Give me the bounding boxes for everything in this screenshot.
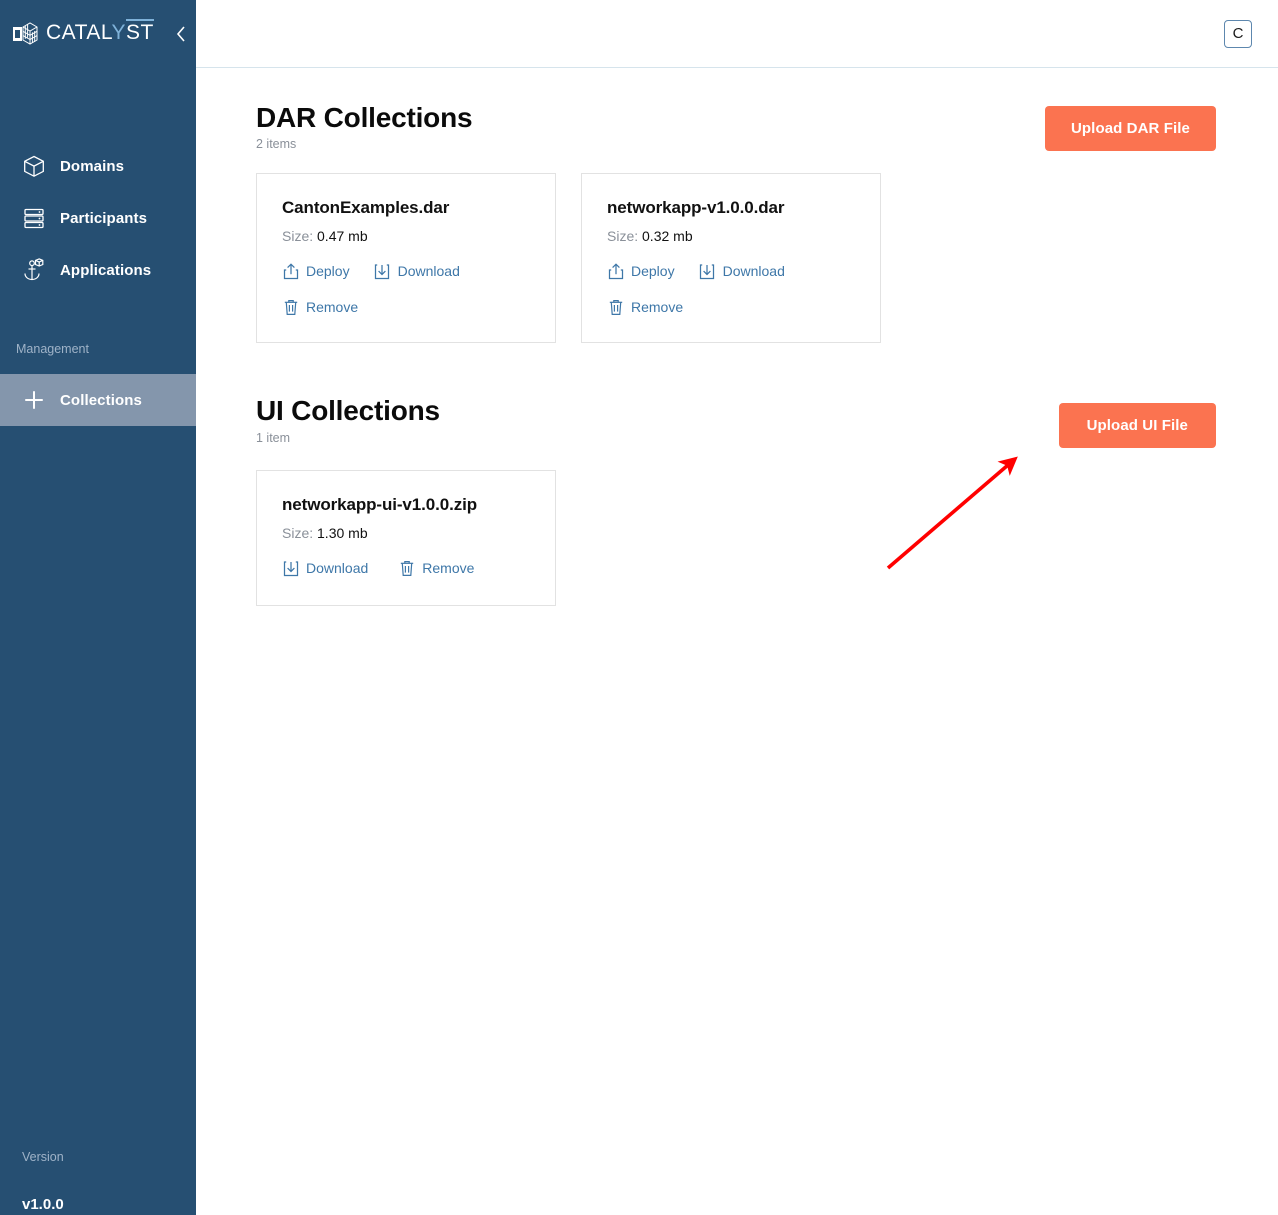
download-button[interactable]: Download: [282, 559, 368, 577]
sidebar: CATALYST Domains: [0, 0, 196, 1215]
sidebar-item-label: Domains: [60, 158, 124, 175]
section-title: UI Collections: [256, 395, 440, 426]
upload-icon: [282, 262, 299, 280]
card-actions-row: Download: [282, 559, 530, 577]
dar-card: networkapp-v1.0.0.dar Size: 0.32 mb: [581, 173, 881, 343]
download-button[interactable]: Download: [699, 262, 785, 280]
ui-card: networkapp-ui-v1.0.0.zip Size: 1.30 mb: [256, 470, 556, 606]
version-value: v1.0.0: [22, 1196, 196, 1215]
server-stack-icon: [22, 206, 46, 230]
brand-name: CATALYST: [46, 21, 154, 45]
main-area: C DAR Collections 2 items Upload DAR Fil…: [196, 0, 1278, 1215]
cube-grid-icon: [12, 22, 38, 46]
card-actions-row: Remove: [282, 298, 530, 316]
size-value: 0.32 mb: [642, 228, 693, 244]
sidebar-item-applications[interactable]: Applications: [0, 244, 196, 296]
content-area: DAR Collections 2 items Upload DAR File …: [196, 68, 1278, 1215]
cube-icon: [22, 154, 46, 178]
sidebar-item-label: Participants: [60, 210, 147, 227]
action-label: Download: [723, 263, 785, 279]
card-title: networkapp-v1.0.0.dar: [607, 198, 855, 218]
chevron-left-icon[interactable]: [170, 20, 192, 48]
card-actions-row: Remove: [607, 298, 855, 316]
card-actions-row: Deploy Download: [607, 262, 855, 280]
upload-icon: [607, 262, 624, 280]
card-size: Size: 0.47 mb: [282, 228, 530, 244]
topbar: C: [196, 0, 1278, 68]
size-label: Size:: [282, 525, 313, 541]
sidebar-item-participants[interactable]: Participants: [0, 192, 196, 244]
card-title: CantonExamples.dar: [282, 198, 530, 218]
ui-item-count: 1 item: [256, 431, 440, 445]
sidebar-item-label: Collections: [60, 392, 142, 409]
action-label: Remove: [422, 560, 474, 576]
sidebar-footer: Version v1.0.0: [0, 1150, 196, 1215]
card-actions-row: Deploy Download: [282, 262, 530, 280]
trash-icon: [607, 298, 624, 316]
trash-icon: [282, 298, 299, 316]
dar-card: CantonExamples.dar Size: 0.47 mb: [256, 173, 556, 343]
plus-icon: [22, 388, 46, 412]
download-icon: [374, 262, 391, 280]
anchor-box-icon: [22, 258, 46, 282]
remove-button[interactable]: Remove: [607, 298, 683, 316]
dar-collections-section: DAR Collections 2 items Upload DAR File …: [256, 68, 1278, 343]
upload-dar-file-button[interactable]: Upload DAR File: [1045, 106, 1216, 151]
dar-item-count: 2 items: [256, 137, 472, 151]
size-label: Size:: [607, 228, 638, 244]
action-label: Remove: [631, 299, 683, 315]
sidebar-item-domains[interactable]: Domains: [0, 140, 196, 192]
size-label: Size:: [282, 228, 313, 244]
card-title: networkapp-ui-v1.0.0.zip: [282, 495, 530, 515]
app-root: CATALYST Domains: [0, 0, 1278, 1215]
download-icon: [699, 262, 716, 280]
avatar[interactable]: C: [1224, 20, 1252, 48]
ui-collections-section: UI Collections 1 item Upload UI File net…: [256, 343, 1278, 606]
brand-header: CATALYST: [0, 0, 196, 68]
version-label: Version: [22, 1150, 196, 1164]
page-title: DAR Collections: [256, 102, 472, 133]
dar-section-header: DAR Collections 2 items Upload DAR File: [256, 102, 1278, 151]
dar-heading-group: DAR Collections 2 items: [256, 102, 472, 151]
download-button[interactable]: Download: [374, 262, 460, 280]
upload-ui-file-button[interactable]: Upload UI File: [1059, 403, 1216, 448]
card-size: Size: 0.32 mb: [607, 228, 855, 244]
size-value: 1.30 mb: [317, 525, 368, 541]
action-label: Download: [398, 263, 460, 279]
sidebar-section-title: Management: [0, 338, 196, 360]
ui-cards-list: networkapp-ui-v1.0.0.zip Size: 1.30 mb: [256, 470, 1278, 606]
sidebar-nav: Domains Participants: [0, 140, 196, 426]
action-label: Download: [306, 560, 368, 576]
action-label: Deploy: [631, 263, 675, 279]
deploy-button[interactable]: Deploy: [607, 262, 675, 280]
ui-section-header: UI Collections 1 item Upload UI File: [256, 395, 1278, 448]
deploy-button[interactable]: Deploy: [282, 262, 350, 280]
action-label: Remove: [306, 299, 358, 315]
download-icon: [282, 559, 299, 577]
remove-button[interactable]: Remove: [282, 298, 358, 316]
action-label: Deploy: [306, 263, 350, 279]
card-size: Size: 1.30 mb: [282, 525, 530, 541]
sidebar-item-label: Applications: [60, 262, 151, 279]
size-value: 0.47 mb: [317, 228, 368, 244]
trash-icon: [398, 559, 415, 577]
ui-heading-group: UI Collections 1 item: [256, 395, 440, 444]
remove-button[interactable]: Remove: [398, 559, 474, 577]
sidebar-item-collections[interactable]: Collections: [0, 374, 196, 426]
dar-cards-list: CantonExamples.dar Size: 0.47 mb: [256, 173, 1278, 343]
